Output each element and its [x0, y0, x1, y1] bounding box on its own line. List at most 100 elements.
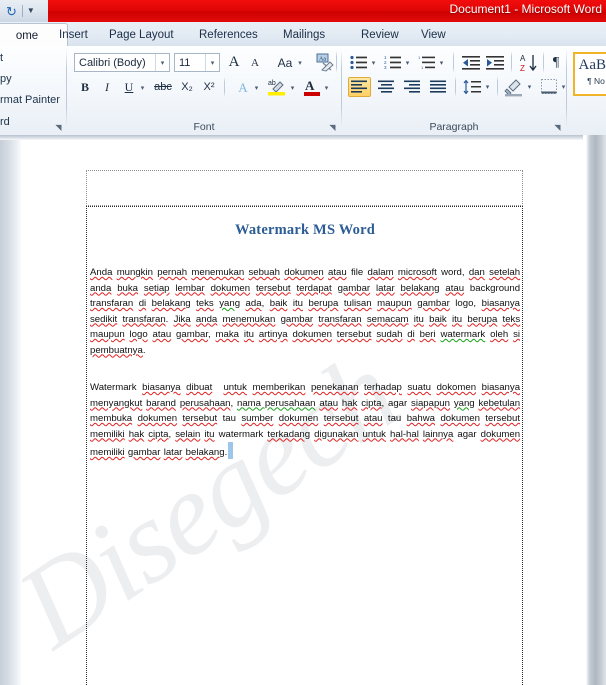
ribbon-tabs: ome Insert Page Layout References Mailin…: [0, 22, 606, 47]
word-window: ↻ ▼ Document1 - Microsoft Word ome Inser…: [0, 0, 606, 685]
chevron-down-icon[interactable]: ▾: [296, 59, 304, 67]
clipboard-dialog-launcher[interactable]: ◥: [54, 123, 63, 132]
italic-button[interactable]: I: [98, 78, 116, 96]
cut-button[interactable]: t: [0, 52, 3, 64]
copy-button[interactable]: py: [0, 73, 12, 85]
chevron-down-icon[interactable]: ▾: [525, 83, 534, 91]
chevron-down-icon[interactable]: ▾: [483, 83, 492, 91]
font-name-combo[interactable]: Calibri (Body) ▾: [74, 53, 170, 72]
bold-button[interactable]: B: [76, 78, 94, 96]
font-color-glyph: A: [304, 78, 320, 96]
numbering-button[interactable]: 1 2 3: [383, 53, 403, 72]
svg-text:3: 3: [384, 65, 387, 70]
justify-button[interactable]: [427, 77, 450, 97]
svg-text:A: A: [305, 78, 315, 93]
tab-view[interactable]: View: [412, 24, 455, 46]
chevron-down-icon[interactable]: ▾: [322, 84, 331, 92]
group-divider-1: [66, 49, 67, 127]
align-left-button[interactable]: [348, 77, 371, 97]
superscript-button[interactable]: X²: [200, 78, 218, 96]
align-right-button[interactable]: [401, 77, 424, 97]
group-divider-3: [566, 49, 567, 127]
chevron-down-icon[interactable]: ▾: [155, 54, 169, 71]
ribbon-group-clipboard: t py rmat Painter rd ◥: [0, 46, 66, 134]
align-center-glyph: [378, 80, 394, 93]
tab-references[interactable]: References: [190, 24, 267, 46]
shrink-font-icon[interactable]: A: [246, 55, 264, 72]
font-dialog-launcher[interactable]: ◥: [328, 123, 337, 132]
group-divider-2: [341, 49, 342, 127]
bullets-glyph: [350, 55, 367, 69]
style-normal[interactable]: AaBb ¶ No: [573, 52, 606, 96]
underline-button[interactable]: U: [120, 78, 138, 96]
qat-divider: [21, 5, 23, 17]
font-group-label: Font: [193, 121, 215, 133]
line-spacing-button[interactable]: [461, 77, 483, 97]
increase-indent-glyph: [486, 55, 504, 70]
grow-font-icon[interactable]: A: [224, 53, 244, 72]
strikethrough-button[interactable]: abc: [152, 78, 174, 96]
font-color-button[interactable]: A: [302, 76, 322, 97]
chevron-down-icon[interactable]: ▾: [437, 59, 446, 67]
svg-text:Z: Z: [520, 64, 525, 73]
chevron-down-icon[interactable]: ▾: [138, 84, 147, 92]
tab-page-layout[interactable]: Page Layout: [100, 24, 183, 46]
change-case-icon[interactable]: Aa: [273, 53, 297, 72]
ribbon-group-font: Calibri (Body) ▾ 11 ▾ A A Aa ▾ Aa B I U …: [68, 46, 340, 134]
paragraph-dialog-launcher[interactable]: ◥: [553, 123, 562, 132]
chevron-down-icon[interactable]: ▼: [27, 7, 35, 15]
tab-mailings[interactable]: Mailings: [274, 24, 334, 46]
decrease-indent-button[interactable]: [461, 53, 482, 72]
ribbon-group-styles: AaBb ¶ No: [570, 46, 606, 134]
shading-glyph: [504, 78, 522, 96]
subscript-button[interactable]: X₂: [178, 78, 196, 96]
quick-access-toolbar[interactable]: ↻ ▼: [0, 0, 48, 22]
ribbon: t py rmat Painter rd ◥ Calibri (Body) ▾ …: [0, 46, 606, 136]
paragraph-1[interactable]: Anda mungkin pernah menemukan sebuah dok…: [88, 265, 522, 358]
increase-indent-button[interactable]: [485, 53, 506, 72]
svg-text:1: 1: [421, 65, 424, 70]
window-title: Document1 - Microsoft Word: [449, 2, 603, 16]
align-center-button[interactable]: [375, 77, 398, 97]
chevron-down-icon[interactable]: ▾: [252, 84, 261, 92]
top-edge-shadow: [0, 135, 606, 140]
document-content[interactable]: Watermark MS Word Anda mungkin pernah me…: [88, 212, 522, 461]
chevron-down-icon[interactable]: ▾: [288, 84, 297, 92]
svg-text:ab: ab: [268, 80, 276, 87]
tab-insert[interactable]: Insert: [50, 24, 97, 46]
justify-glyph: [430, 80, 446, 93]
document-canvas[interactable]: Disegech Watermark MS Word Anda mungkin …: [0, 135, 606, 685]
paragraph-2[interactable]: Watermark biasanya dibuat untuk memberik…: [88, 380, 522, 461]
highlight-color-button[interactable]: ab: [266, 76, 288, 97]
decrease-indent-glyph: [462, 55, 480, 70]
clear-formatting-glyph: Aa: [316, 53, 334, 72]
borders-button[interactable]: [539, 77, 559, 97]
align-left-glyph: [351, 80, 367, 93]
title-bar: ↻ ▼ Document1 - Microsoft Word: [0, 0, 606, 22]
align-right-glyph: [404, 80, 420, 93]
text-effects-button[interactable]: A: [234, 78, 252, 96]
clear-formatting-icon[interactable]: Aa: [314, 52, 336, 73]
borders-glyph: [540, 79, 557, 94]
line-spacing-glyph: [463, 79, 481, 94]
sort-button[interactable]: A Z: [519, 52, 539, 73]
chevron-down-icon[interactable]: ▾: [369, 59, 378, 67]
tab-review[interactable]: Review: [352, 24, 408, 46]
font-size-combo[interactable]: 11 ▾: [174, 53, 220, 72]
vertical-scrollbar[interactable]: [583, 135, 606, 685]
numbering-glyph: 1 2 3: [384, 55, 401, 70]
font-name-value: Calibri (Body): [79, 56, 146, 69]
style-normal-name: ¶ No: [587, 76, 605, 86]
svg-text:Aa: Aa: [319, 57, 326, 63]
header-boundary[interactable]: [86, 170, 523, 206]
chevron-down-icon[interactable]: ▾: [205, 54, 219, 71]
shading-button[interactable]: [503, 76, 525, 97]
ribbon-group-paragraph: ▾ 1 2 3 ▾ 1 1 ▾ A Z ¶ ▾ ▾ ▾ Paragraph ◥: [343, 46, 565, 134]
format-painter-button[interactable]: rmat Painter: [0, 94, 60, 106]
undo-icon[interactable]: ↻: [6, 5, 17, 18]
multilevel-list-button[interactable]: 1 1: [417, 53, 437, 72]
sort-glyph: A Z: [520, 54, 537, 73]
show-formatting-marks-button[interactable]: ¶: [547, 53, 565, 72]
chevron-down-icon[interactable]: ▾: [403, 59, 412, 67]
bullets-button[interactable]: [349, 53, 369, 72]
